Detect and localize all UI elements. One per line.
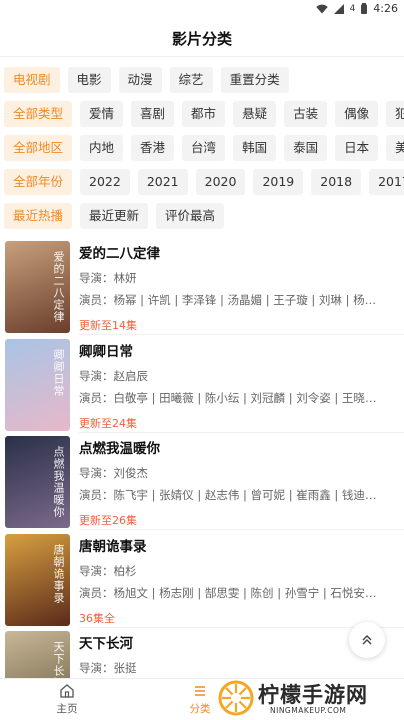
double-chevron-up-icon [362, 635, 372, 645]
battery-level: 4 [349, 3, 356, 14]
poster-title-text: 点燃我温暖你 [52, 446, 65, 518]
region-chip[interactable]: 泰国 [284, 135, 328, 161]
category-chip[interactable]: 动漫 [118, 67, 162, 93]
battery-icon [361, 3, 368, 14]
poster-image[interactable]: 天下长河 [5, 631, 70, 678]
type-chip[interactable]: 喜剧 [131, 101, 175, 127]
signal-icon [333, 3, 344, 14]
watermark-name: 柠檬手游网 [258, 683, 368, 707]
type-chip[interactable]: 悬疑 [233, 101, 277, 127]
region-chip[interactable]: 美国 [386, 135, 404, 161]
media-title: 爱的二八定律 [79, 246, 160, 262]
category-chip[interactable]: 综艺 [169, 67, 213, 93]
year-chip[interactable]: 2020 [195, 169, 246, 195]
media-cast: 演员：杨旭文 | 杨志刚 | 郜思雯 | 陈创 | 孙雪宁 | 石悦安鑫 | 张… [79, 585, 385, 600]
year-filter-row: 全部年份2022202120202019201820172016 [4, 169, 404, 195]
region-chip[interactable]: 台湾 [182, 135, 226, 161]
media-list-item[interactable]: 卿卿日常 卿卿日常 导演：赵启辰 演员：白敬亭 | 田曦薇 | 陈小纭 | 刘冠麟 |… [0, 336, 404, 433]
media-title: 唐朝诡事录 [79, 538, 147, 555]
sort-chip[interactable]: 最近热播 [4, 203, 73, 229]
type-chip[interactable]: 古装 [284, 101, 328, 127]
media-director: 导演：张挺 [79, 661, 137, 675]
category-chip[interactable]: 重置分类 [220, 67, 289, 93]
poster-image[interactable]: 唐朝诡事录 [5, 533, 70, 626]
category-chip[interactable]: 电视剧 [4, 67, 60, 93]
type-chip[interactable]: 犯罪 [386, 101, 404, 127]
status-icons: 4 4:26 [315, 2, 398, 15]
region-chip[interactable]: 全部地区 [4, 135, 73, 161]
media-list-item[interactable]: 唐朝诡事录 唐朝诡事录 导演：柏杉 演员：杨旭文 | 杨志刚 | 郜思雯 | 陈创 |… [0, 531, 404, 628]
media-title: 天下长河 [79, 636, 133, 652]
poster-image[interactable]: 卿卿日常 [5, 338, 70, 431]
media-list-item[interactable]: 点燃我温暖你 点燃我温暖你 导演：刘俊杰 演员：陈飞宇 | 张婧仪 | 赵志伟 | 曾… [0, 433, 404, 530]
poster-image[interactable]: 爱的二八定律 [5, 241, 70, 333]
poster-title-text: 卿卿日常 [52, 348, 65, 397]
header-divider [0, 56, 404, 57]
type-chip[interactable]: 全部类型 [4, 101, 73, 127]
watermark: 柠檬手游网 NINGMAKEUP.COM [218, 676, 404, 720]
media-status: 36集全 [79, 611, 115, 625]
media-director: 导演：林妍 [79, 271, 137, 285]
region-filter-row: 全部地区内地香港台湾韩国泰国日本美国 [4, 135, 404, 161]
sort-filter-row: 最近热播 最近更新 评价最高 [4, 203, 404, 229]
nav-category-label: 分类 [189, 703, 211, 715]
category-chip[interactable]: 电影 [67, 67, 111, 93]
media-cast: 演员：杨幂 | 许凯 | 李泽锋 | 汤晶媚 | 王子璇 | 刘琳 | 杨昆 |… [79, 293, 385, 307]
page-title: 影片分类 [171, 30, 232, 48]
type-filter-row: 全部类型爱情喜剧都市悬疑古装偶像犯罪 [4, 101, 404, 127]
media-status: 更新至24集 [79, 416, 137, 430]
year-chip[interactable]: 2017 [369, 169, 404, 195]
year-chip[interactable]: 2018 [311, 169, 362, 195]
nav-home-label: 主页 [56, 703, 78, 715]
region-chip[interactable]: 韩国 [233, 135, 277, 161]
category-filter-row: 电视剧 电影 动漫 综艺 重置分类 [4, 67, 404, 93]
media-title: 卿卿日常 [79, 343, 133, 360]
status-bar: 4 4:26 [0, 0, 404, 18]
type-chip[interactable]: 爱情 [80, 101, 124, 127]
wifi-icon [315, 4, 328, 13]
status-time: 4:26 [373, 2, 398, 15]
media-status: 更新至26集 [79, 514, 137, 527]
sort-chip[interactable]: 评价最高 [156, 203, 225, 229]
category-icon [195, 686, 205, 696]
media-list-item[interactable]: 爱的二八定律 爱的二八定律 导演：林妍 演员：杨幂 | 许凯 | 李泽锋 | 汤晶媚 … [0, 238, 404, 335]
type-chip[interactable]: 偶像 [335, 101, 379, 127]
poster-title-text: 天下长河 [52, 641, 65, 678]
media-director: 导演：赵启辰 [79, 368, 148, 383]
type-chip[interactable]: 都市 [182, 101, 226, 127]
region-chip[interactable]: 日本 [335, 135, 379, 161]
sort-chip[interactable]: 最近更新 [80, 203, 149, 229]
media-list-item[interactable]: 天下长河 天下长河导演：张挺 [0, 628, 404, 678]
region-chip[interactable]: 香港 [131, 135, 175, 161]
year-chip[interactable]: 2022 [80, 169, 130, 195]
lemon-logo-icon [218, 680, 254, 716]
year-chip[interactable]: 2019 [253, 169, 304, 195]
media-director: 导演：刘俊杰 [79, 466, 148, 480]
year-chip[interactable]: 全部年份 [4, 169, 73, 195]
home-icon [60, 684, 74, 698]
media-status: 更新至14集 [79, 319, 137, 332]
year-chip[interactable]: 2021 [137, 169, 188, 195]
media-title: 点燃我温暖你 [79, 441, 160, 457]
media-cast: 演员：白敬亭 | 田曦薇 | 陈小纭 | 刘冠麟 | 刘令姿 | 王晓晨 | 昌… [79, 390, 385, 405]
scroll-to-top-button[interactable] [349, 622, 385, 658]
watermark-url: NINGMAKEUP.COM [270, 706, 347, 715]
poster-title-text: 唐朝诡事录 [52, 543, 65, 604]
poster-title-text: 爱的二八定律 [52, 251, 65, 323]
nav-home[interactable]: 主页 [37, 683, 97, 716]
media-cast: 演员：陈飞宇 | 张婧仪 | 赵志伟 | 曾可妮 | 崔雨鑫 | 钱迪迪 | 姜… [79, 488, 385, 502]
media-list[interactable]: 爱的二八定律 爱的二八定律 导演：林妍 演员：杨幂 | 许凯 | 李泽锋 | 汤晶媚 … [0, 238, 404, 678]
poster-image[interactable]: 点燃我温暖你 [5, 436, 70, 528]
region-chip[interactable]: 内地 [80, 135, 124, 161]
media-director: 导演：柏杉 [79, 563, 137, 578]
